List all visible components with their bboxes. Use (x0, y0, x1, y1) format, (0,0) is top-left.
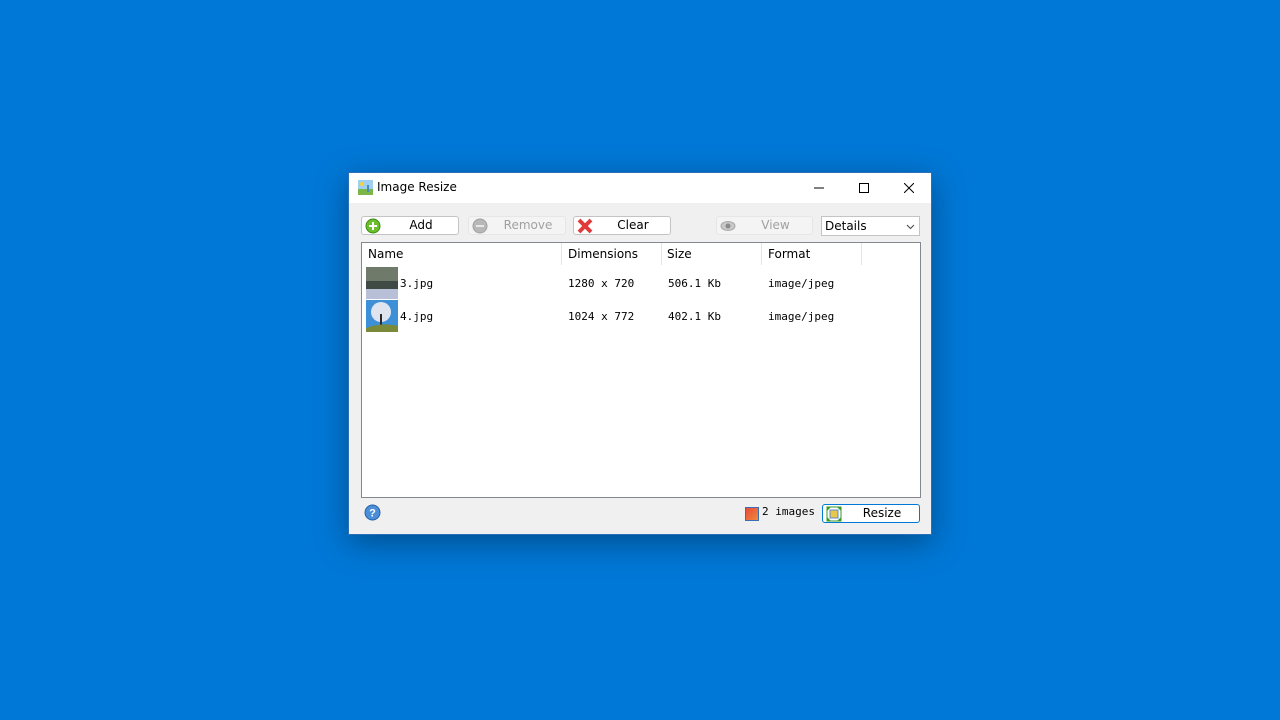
remove-button[interactable]: Remove (468, 216, 566, 235)
plus-circle-icon (365, 218, 381, 234)
dimensions: 1024 x 772 (568, 310, 635, 323)
view-label: View (761, 218, 790, 232)
column-divider[interactable] (761, 243, 762, 265)
minus-circle-icon (472, 218, 488, 234)
file-name: 3.jpg (400, 277, 434, 290)
clear-label: Clear (617, 218, 649, 232)
chevron-down-icon (906, 224, 915, 230)
minimize-icon (814, 187, 824, 189)
file-name: 4.jpg (400, 310, 434, 323)
column-header-format[interactable]: Format (768, 247, 810, 261)
app-icon (358, 180, 373, 195)
minimize-button[interactable] (796, 173, 842, 203)
title-bar[interactable]: Image Resize (349, 173, 931, 203)
red-x-icon (577, 218, 593, 234)
file-format: image/jpeg (768, 310, 835, 323)
maximize-icon (859, 183, 869, 193)
dimensions: 1280 x 720 (568, 277, 635, 290)
close-button[interactable] (886, 173, 932, 203)
list-row[interactable]: 3.jpg 1280 x 720 506.1 Kb image/jpeg (362, 267, 920, 300)
maximize-button[interactable] (841, 173, 887, 203)
image-thumbnail (366, 267, 398, 299)
column-divider[interactable] (561, 243, 562, 265)
column-header-dimensions[interactable]: Dimensions (568, 247, 638, 261)
add-button[interactable]: Add (361, 216, 459, 235)
list-row[interactable]: 4.jpg 1024 x 772 402.1 Kb image/jpeg (362, 300, 920, 333)
resize-icon (826, 506, 842, 522)
resize-label: Resize (862, 506, 902, 520)
eye-icon (720, 221, 736, 231)
file-format: image/jpeg (768, 277, 835, 290)
file-size: 402.1 Kb (668, 310, 721, 323)
help-icon[interactable]: ? (364, 504, 381, 521)
image-list[interactable]: Name Dimensions Size Format 3.jpg 1280 x… (361, 242, 921, 498)
list-header: Name Dimensions Size Format (362, 243, 920, 265)
svg-text:?: ? (369, 508, 376, 520)
add-label: Add (409, 218, 433, 232)
file-size: 506.1 Kb (668, 277, 721, 290)
clear-button[interactable]: Clear (573, 216, 671, 235)
image-resize-window: Image Resize Add Remove Clear View Detai… (348, 172, 932, 535)
window-title: Image Resize (377, 180, 457, 194)
view-mode-value: Details (825, 219, 867, 233)
column-divider[interactable] (661, 243, 662, 265)
image-count-status: 2 images (762, 505, 815, 518)
column-divider[interactable] (861, 243, 862, 265)
image-thumbnail (366, 300, 398, 332)
remove-label: Remove (503, 218, 553, 232)
column-header-name[interactable]: Name (368, 247, 403, 261)
close-icon (904, 183, 914, 193)
view-button[interactable]: View (716, 216, 813, 235)
resize-button[interactable]: Resize (822, 504, 920, 523)
view-mode-dropdown[interactable]: Details (821, 216, 920, 236)
column-header-size[interactable]: Size (667, 247, 692, 261)
image-count-icon (745, 507, 759, 521)
